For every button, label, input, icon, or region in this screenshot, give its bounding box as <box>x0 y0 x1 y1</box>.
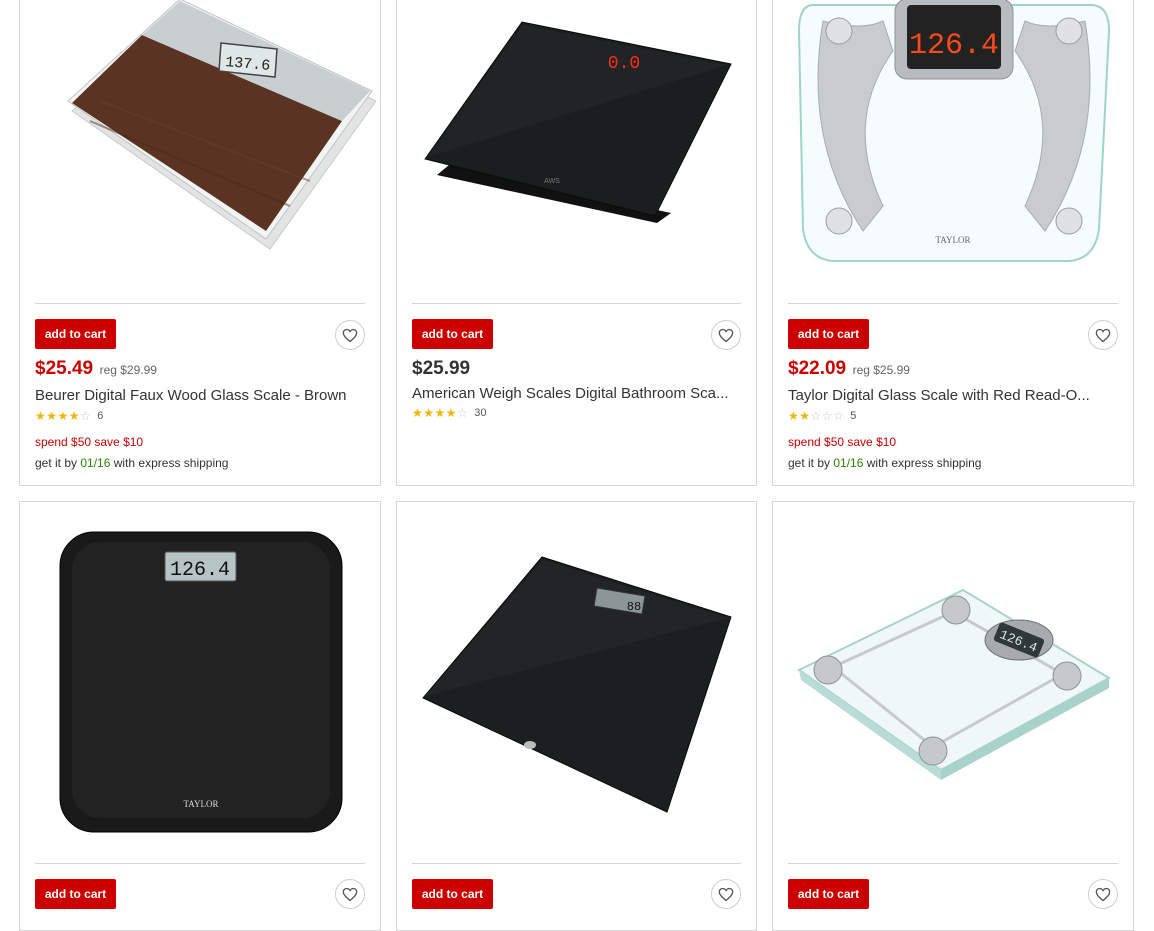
wishlist-button[interactable] <box>711 320 741 350</box>
promo-text[interactable]: spend $50 save $10 <box>788 435 896 449</box>
heart-icon <box>342 328 358 342</box>
wood-scale-image: 137.6 <box>67 0 377 250</box>
rating-count: 30 <box>474 407 487 419</box>
display-readout: 88 <box>627 600 641 614</box>
star-icon: ★★★★☆ <box>35 409 92 423</box>
black-square-scale-image: 126.4 TAYLOR <box>59 531 343 833</box>
wishlist-button[interactable] <box>1088 879 1118 909</box>
rating[interactable]: ★★★★☆ 30 <box>412 407 487 419</box>
product-image[interactable]: 0.0 AWS <box>397 0 756 303</box>
product-card-aws: 0.0 AWS add to cart $25.99 American Weig… <box>396 0 757 486</box>
rating-count: 6 <box>97 410 104 422</box>
product-image[interactable]: 126.4 TAYLOR <box>773 0 1133 303</box>
product-card-taylor-red: 126.4 TAYLOR add to cart $22.09 reg $25.… <box>772 0 1134 486</box>
ship-date: 01/16 <box>80 456 111 470</box>
product-card-taylor-black: 126.4 TAYLOR add to cart <box>19 501 381 931</box>
product-title[interactable]: Beurer Digital Faux Wood Glass Scale - B… <box>35 387 358 404</box>
glass-scale-image: 126.4 TAYLOR <box>797 0 1111 262</box>
star-icon: ★★☆☆☆ <box>788 409 845 423</box>
star-icon: ★★★★☆ <box>412 406 469 420</box>
product-card-glass-clear: 126.4 add to cart <box>772 501 1134 931</box>
rating-count: 5 <box>850 410 857 422</box>
brand-label: TAYLOR <box>936 235 971 245</box>
price: $25.99 <box>412 358 471 379</box>
display-readout: 126.4 <box>909 29 999 63</box>
heart-icon <box>342 887 358 901</box>
product-card-black-tilted: 88 add to cart <box>396 501 757 931</box>
product-image[interactable]: 126.4 <box>773 502 1133 863</box>
add-to-cart-button[interactable]: add to cart <box>412 879 493 909</box>
wishlist-button[interactable] <box>711 879 741 909</box>
shipping-text: get it by 01/16 with express shipping <box>35 456 228 470</box>
divider <box>35 303 365 304</box>
display-readout: 126.4 <box>170 559 230 582</box>
add-to-cart-button[interactable]: add to cart <box>788 879 869 909</box>
sale-price: $25.49 <box>35 358 94 379</box>
ship-suffix: with express shipping <box>866 456 982 470</box>
product-title[interactable]: Taylor Digital Glass Scale with Red Read… <box>788 387 1111 404</box>
heart-icon <box>718 328 734 342</box>
product-image[interactable]: 88 <box>397 502 756 863</box>
black-scale-image: 88 <box>422 556 732 813</box>
brand-label: AWS <box>544 178 560 185</box>
ship-prefix: get it by <box>788 456 831 470</box>
wishlist-button[interactable] <box>335 320 365 350</box>
regular-price: reg $29.99 <box>99 363 157 377</box>
add-to-cart-button[interactable]: add to cart <box>35 319 116 349</box>
wishlist-button[interactable] <box>335 879 365 909</box>
rating[interactable]: ★★★★☆ 6 <box>35 410 103 422</box>
display-readout: 0.0 <box>608 54 640 74</box>
black-scale-image: 0.0 AWS <box>424 21 732 223</box>
ship-date: 01/16 <box>833 456 864 470</box>
product-title[interactable]: American Weigh Scales Digital Bathroom S… <box>412 385 734 402</box>
price-row: $25.99 <box>412 358 470 380</box>
product-image[interactable]: 126.4 TAYLOR <box>20 502 380 863</box>
shipping-text: get it by 01/16 with express shipping <box>788 456 981 470</box>
sale-price: $22.09 <box>788 358 847 379</box>
heart-icon <box>1095 887 1111 901</box>
divider <box>35 863 365 864</box>
regular-price: reg $25.99 <box>852 363 910 377</box>
heart-icon <box>1095 328 1111 342</box>
divider <box>788 863 1118 864</box>
add-to-cart-button[interactable]: add to cart <box>412 319 493 349</box>
product-card-beurer: 137.6 add to cart $25.49 reg $29.99 Beur… <box>19 0 381 486</box>
price-row: $22.09 reg $25.99 <box>788 358 910 380</box>
ship-suffix: with express shipping <box>113 456 229 470</box>
promo-text[interactable]: spend $50 save $10 <box>35 435 143 449</box>
glass-scale-image: 126.4 <box>797 588 1112 780</box>
price-row: $25.49 reg $29.99 <box>35 358 157 380</box>
add-to-cart-button[interactable]: add to cart <box>35 879 116 909</box>
divider <box>412 863 741 864</box>
divider <box>412 303 741 304</box>
divider <box>788 303 1118 304</box>
rating[interactable]: ★★☆☆☆ 5 <box>788 410 856 422</box>
brand-label: TAYLOR <box>184 799 219 809</box>
heart-icon <box>718 887 734 901</box>
add-to-cart-button[interactable]: add to cart <box>788 319 869 349</box>
ship-prefix: get it by <box>35 456 78 470</box>
wishlist-button[interactable] <box>1088 320 1118 350</box>
product-image[interactable]: 137.6 <box>20 0 380 303</box>
